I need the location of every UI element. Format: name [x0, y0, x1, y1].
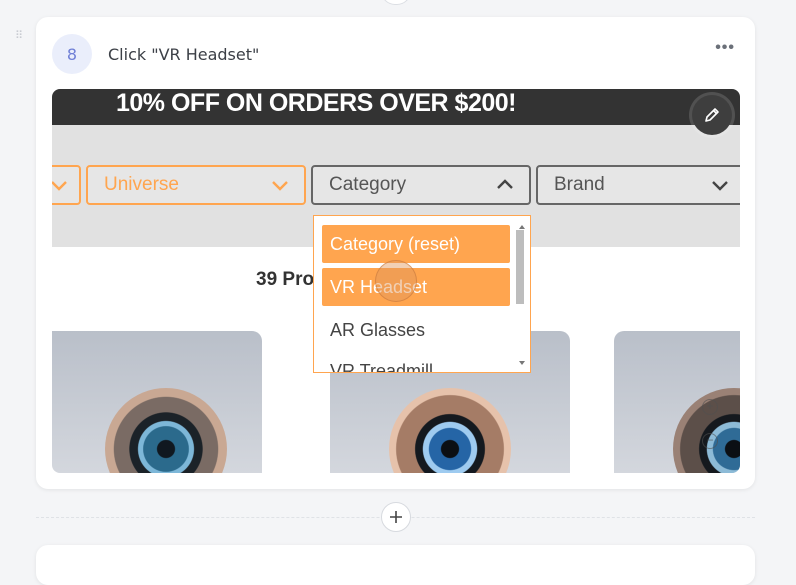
category-dropdown-list[interactable]: Category (reset) VR Headset AR Glasses V… [313, 215, 531, 373]
chevron-down-icon [52, 181, 67, 191]
filter-brand-label: Brand [554, 174, 605, 195]
chevron-down-icon [712, 181, 728, 191]
promo-text: 10% OFF ON ORDERS OVER $200! [116, 89, 517, 117]
step-number-badge: 8 [52, 34, 92, 74]
plus-icon [390, 511, 402, 523]
edit-icon [705, 108, 719, 122]
chevron-down-icon [272, 181, 288, 191]
click-target-indicator [375, 260, 417, 302]
previous-add-step-button[interactable] [381, 0, 411, 5]
pencil-icon[interactable] [692, 95, 732, 135]
add-step-button[interactable] [381, 502, 411, 532]
dropdown-scrollbar-thumb[interactable] [516, 230, 524, 304]
next-step-card [36, 545, 755, 585]
more-options-icon[interactable]: ••• [715, 39, 735, 57]
dropdown-option-ar-glasses[interactable]: AR Glasses [322, 311, 510, 349]
dropdown-option-vr-treadmill[interactable]: VR Treadmill [322, 354, 510, 372]
zoom-out-icon[interactable]: − [702, 433, 718, 449]
chevron-up-icon [497, 179, 513, 189]
filter-universe[interactable]: Universe [86, 165, 306, 205]
filter-universe-label: Universe [104, 174, 179, 195]
filter-category[interactable]: Category [311, 165, 531, 205]
filter-partial[interactable] [52, 165, 81, 205]
zoom-in-icon[interactable]: + [702, 399, 718, 415]
filter-category-label: Category [329, 174, 407, 195]
drag-handle-icon[interactable]: ⠿ [15, 31, 25, 48]
filter-brand[interactable]: Brand [536, 165, 740, 205]
dropdown-option-category-reset[interactable]: Category (reset) [322, 225, 510, 263]
step-card: 8 Click "VR Headset" ••• 10% OFF ON ORDE… [36, 17, 755, 489]
step-screenshot: 10% OFF ON ORDERS OVER $200! Universe Ca… [52, 89, 740, 473]
step-title[interactable]: Click "VR Headset" [108, 45, 259, 64]
products-count: 39 Pro [256, 269, 315, 290]
promo-banner: 10% OFF ON ORDERS OVER $200! [52, 89, 740, 125]
dropdown-option-vr-treadmill-label: VR Treadmill [330, 361, 434, 372]
